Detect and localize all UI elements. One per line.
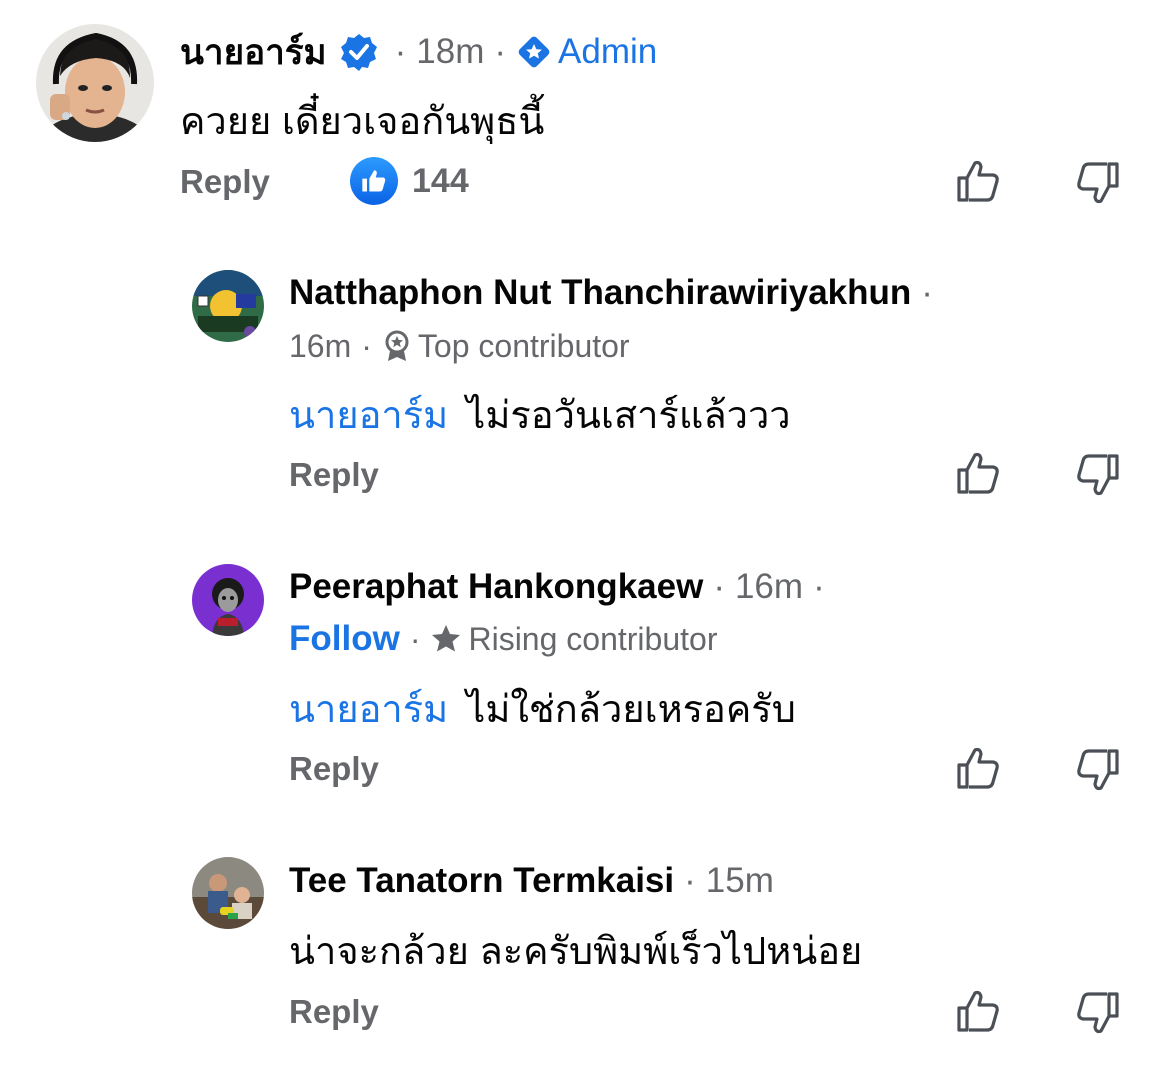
- contributor-badge-icon: [382, 329, 412, 363]
- author-name[interactable]: นายอาร์ม: [180, 25, 327, 80]
- thumbs-down-icon[interactable]: [1074, 450, 1122, 498]
- thumbs-down-icon[interactable]: [1074, 745, 1122, 793]
- avatar[interactable]: [36, 24, 154, 142]
- reply-button[interactable]: Reply: [289, 750, 379, 788]
- comment-header: Natthaphon Nut Thanchirawiriyakhun ·: [289, 273, 933, 313]
- comment-meta: 16m · Top contributor: [289, 327, 630, 364]
- comment-header: นายอาร์ม · 18m · Admin: [180, 28, 657, 76]
- thumbs-up-icon[interactable]: [954, 745, 1002, 793]
- reaction-summary[interactable]: 144: [350, 157, 469, 205]
- timestamp: 16m: [289, 327, 352, 364]
- thumbs-up-icon[interactable]: [954, 158, 1002, 206]
- timestamp: 16m: [734, 567, 804, 606]
- avatar[interactable]: [192, 857, 264, 929]
- like-count: 144: [412, 161, 469, 200]
- verified-badge-icon: [339, 32, 379, 72]
- thumbs-down-icon[interactable]: [1074, 988, 1122, 1036]
- comment-header: Tee Tanatorn Termkaisi · 15m: [289, 861, 774, 901]
- comment-body: ไม่ใช่กล้วยเหรอครับ: [466, 689, 796, 731]
- reply-button[interactable]: Reply: [289, 456, 379, 494]
- timestamp: 15m: [705, 861, 774, 900]
- contributor-badge-label: Rising contributor: [468, 620, 718, 657]
- comment-text: ควยย เดี๋ยวเจอกันพุธนี้: [180, 101, 545, 143]
- mention-link[interactable]: นายอาร์ม: [289, 395, 448, 437]
- thumbs-up-icon[interactable]: [954, 988, 1002, 1036]
- star-icon: [430, 623, 462, 655]
- thumbs-down-icon[interactable]: [1074, 158, 1122, 206]
- reply-button[interactable]: Reply: [180, 163, 270, 201]
- follow-button[interactable]: Follow: [289, 619, 400, 659]
- author-name[interactable]: Natthaphon Nut Thanchirawiriyakhun: [289, 273, 911, 313]
- contributor-badge-label: Top contributor: [417, 327, 630, 364]
- comment-meta: Follow · Rising contributor: [289, 619, 718, 659]
- comment-text: นายอาร์ม ไม่รอวันเสาร์แล้ววว: [289, 384, 791, 445]
- timestamp: 18m: [416, 32, 485, 71]
- like-reaction-icon: [350, 157, 398, 205]
- avatar[interactable]: [192, 564, 264, 636]
- comment-text: น่าจะกล้วย ละครับพิมพ์เร็วไปหน่อย: [289, 931, 863, 973]
- reply-button[interactable]: Reply: [289, 993, 379, 1031]
- admin-diamond-icon: [516, 34, 552, 70]
- admin-label: Admin: [558, 32, 658, 71]
- thumbs-up-icon[interactable]: [954, 450, 1002, 498]
- author-name[interactable]: Peeraphat Hankongkaew: [289, 567, 703, 607]
- avatar[interactable]: [192, 270, 264, 342]
- mention-link[interactable]: นายอาร์ม: [289, 689, 448, 731]
- comment-text: นายอาร์ม ไม่ใช่กล้วยเหรอครับ: [289, 678, 796, 739]
- author-name[interactable]: Tee Tanatorn Termkaisi: [289, 861, 674, 901]
- comment-body: ไม่รอวันเสาร์แล้ววว: [466, 395, 791, 437]
- comment-header: Peeraphat Hankongkaew · 16m ·: [289, 567, 825, 607]
